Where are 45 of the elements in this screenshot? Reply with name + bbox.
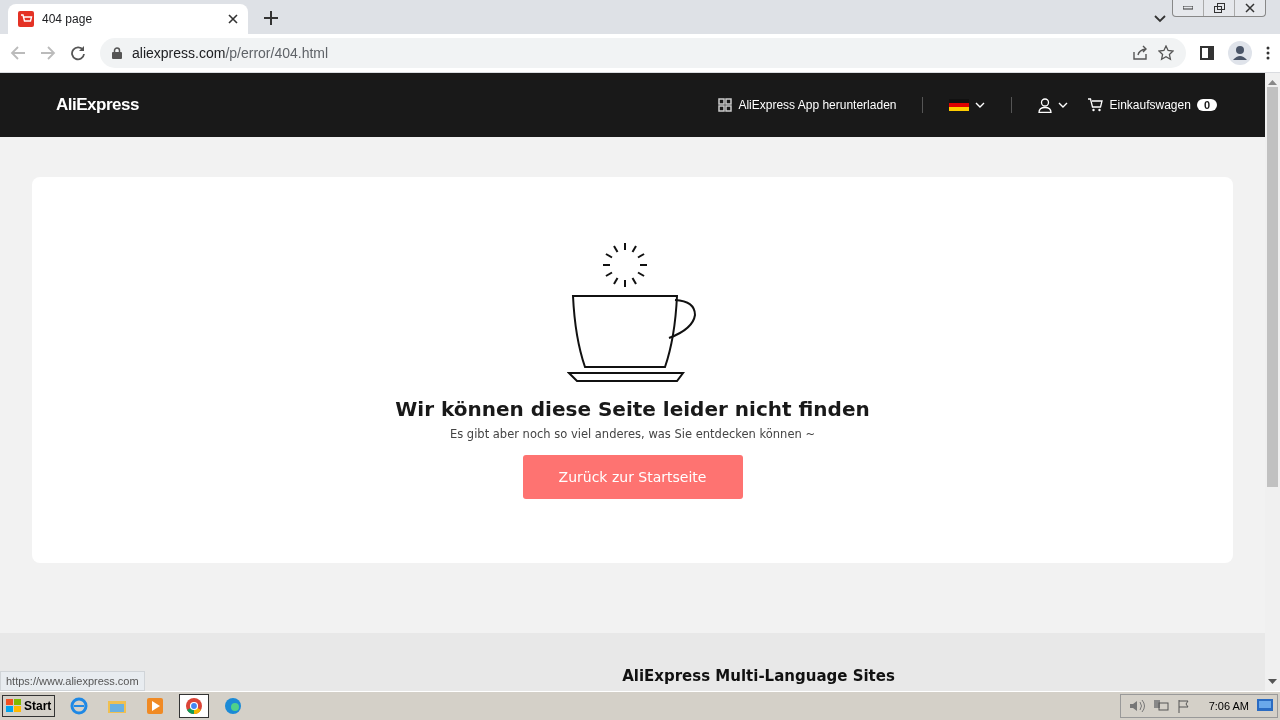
status-url: https://www.aliexpress.com [0,671,145,691]
menu-icon[interactable] [1266,46,1270,60]
cart-link[interactable]: Einkaufswagen 0 [1088,98,1217,112]
minimize-icon [1183,6,1193,10]
scroll-down-icon[interactable] [1268,679,1277,685]
flag-icon[interactable] [1176,699,1191,713]
close-icon [1245,3,1255,13]
account-menu[interactable] [1038,97,1069,113]
profile-icon[interactable] [1228,41,1252,65]
reload-icon[interactable] [70,45,86,61]
flag-icon [949,99,970,111]
error-subtitle: Es gibt aber noch so viel anderes, was Sie entdecken können ~ [449,427,816,441]
qr-code-icon [718,98,733,112]
app-download-link[interactable]: AliExpress App herunterladen [718,98,897,112]
clock: 7:06 AM [1208,700,1249,712]
share-icon[interactable] [1132,45,1148,61]
lock-icon [112,47,122,59]
side-panel-icon[interactable] [1200,46,1214,60]
scrollbar[interactable] [1265,73,1280,691]
site-logo[interactable]: AliExpress [56,95,719,115]
language-selector[interactable] [949,99,986,111]
cart-icon [1088,98,1104,112]
windows-logo-icon [6,699,22,713]
new-tab-icon[interactable] [264,11,278,25]
scroll-up-icon[interactable] [1268,79,1277,85]
close-icon[interactable] [228,14,238,24]
user-icon [1038,97,1053,113]
chrome-icon[interactable] [179,694,210,718]
chevron-down-icon[interactable] [1154,15,1166,23]
footer-heading: AliExpress Multi-Language Sites [622,667,895,687]
star-icon[interactable] [1158,45,1174,61]
url-text: aliexpress.com/p/error/404.html [132,45,330,61]
tab-title: 404 page [42,12,94,26]
error-title: Wir können diese Seite leider nicht finden [395,397,870,421]
start-button[interactable]: Start [2,695,56,717]
desktop-icon[interactable] [1257,699,1273,713]
chevron-down-icon [975,102,986,108]
cart-count: 0 [1196,99,1217,111]
speaker-icon[interactable] [1128,699,1145,713]
network-icon[interactable] [1152,699,1169,713]
chevron-down-icon [1058,102,1069,108]
address-bar[interactable]: aliexpress.com/p/error/404.html [100,38,1186,68]
browser-tab[interactable]: 404 page [8,4,248,34]
restore-icon [1213,3,1225,13]
cart-icon [18,11,34,27]
